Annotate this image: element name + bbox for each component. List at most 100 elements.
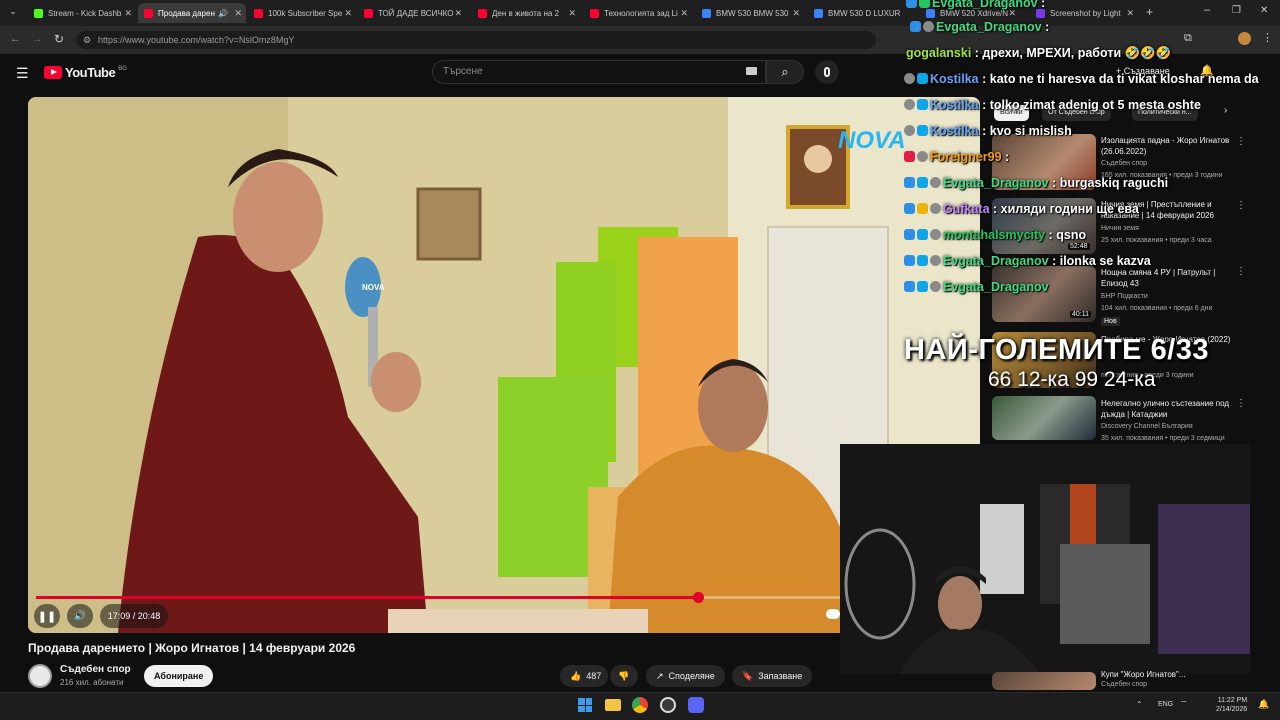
related-meta: 25 хил. показвания • преди 3 часа: [1101, 237, 1212, 244]
user-badge-icon: [930, 281, 941, 292]
clock[interactable]: 11:22 PM 2/14/2026: [1216, 696, 1247, 714]
progress-scrubber[interactable]: [693, 592, 704, 603]
tab-6[interactable]: BMW 530 BMW 530 ✕: [696, 3, 804, 23]
user-badge-icon: [923, 21, 934, 32]
progress-played[interactable]: [36, 596, 698, 599]
dislike-button[interactable]: 👎: [610, 665, 638, 687]
youtube-logo[interactable]: YouTube BG: [44, 65, 127, 80]
discord-icon[interactable]: [688, 697, 704, 713]
user-badge-icon: [904, 73, 915, 84]
related-meta: 35 хил. показвания • преди 3 седмици: [1101, 435, 1225, 442]
related-title[interactable]: Нощна смяна 4 РУ | Патрульт | Епизод 43: [1101, 267, 1231, 289]
tab-search-icon[interactable]: ⌄: [6, 6, 20, 20]
video-player[interactable]: NOVA NOVA: [28, 97, 980, 633]
tab-3[interactable]: ТОЙ ДАДЕ ВСИЧКО ✕: [358, 3, 466, 23]
maximize-button[interactable]: ❐: [1232, 5, 1241, 16]
close-icon[interactable]: ✕: [124, 8, 132, 19]
more-options-icon[interactable]: ⋮: [1236, 266, 1246, 277]
chat-text: : ilonka se kazva: [1052, 254, 1151, 268]
window-close-button[interactable]: ✕: [1260, 5, 1268, 16]
chips-next-icon[interactable]: ›: [1224, 105, 1227, 116]
tab-0[interactable]: Stream - Kick Dashb ✕: [28, 3, 136, 23]
windows-start-icon[interactable]: [578, 698, 592, 712]
file-explorer-icon[interactable]: [605, 699, 621, 711]
extensions-icon[interactable]: ⧉: [1184, 32, 1192, 45]
close-icon[interactable]: ✕: [680, 8, 688, 19]
close-icon[interactable]: ✕: [1126, 8, 1134, 19]
close-icon[interactable]: ✕: [234, 8, 242, 19]
wifi-icon[interactable]: ⌔: [1180, 699, 1188, 709]
profile-avatar[interactable]: [1238, 32, 1251, 45]
chrome-icon[interactable]: [632, 697, 648, 713]
forward-icon[interactable]: →: [32, 33, 43, 45]
site-icon: [814, 8, 823, 18]
sub-badge-icon: [917, 99, 928, 110]
progress-remaining[interactable]: [698, 596, 840, 599]
site-info-icon[interactable]: ⚙: [83, 31, 91, 49]
minimize-button[interactable]: –: [1204, 4, 1210, 16]
pause-button[interactable]: ❚❚: [34, 604, 60, 628]
tab-4[interactable]: Ден в живота на 2 ✕: [472, 3, 580, 23]
video-title: Продава дарението | Жоро Игнатов | 14 фе…: [28, 641, 356, 655]
autoplay-toggle[interactable]: [826, 609, 840, 619]
more-options-icon[interactable]: ⋮: [1236, 398, 1246, 409]
search-button[interactable]: ⌕: [766, 60, 804, 84]
tab-2[interactable]: 100k Subscriber Spe ✕: [248, 3, 356, 23]
sub-badge-icon: [904, 255, 915, 266]
chat-text: : qsno: [1048, 228, 1087, 242]
volume-icon: 🔊: [73, 610, 87, 622]
related-title[interactable]: Купи "Жоро Игнатов"...: [1101, 669, 1231, 680]
user-badge-icon: [930, 177, 941, 188]
address-bar[interactable]: ⚙ https://www.youtube.com/watch?v=NslOmz…: [76, 31, 876, 49]
close-icon[interactable]: ✕: [344, 8, 352, 19]
related-meta: 104 хил. показвания • преди 6 дни: [1101, 305, 1213, 312]
tab-1[interactable]: Продава дарен 🔊 ✕: [138, 3, 246, 23]
share-button[interactable]: ↗ Споделяне: [646, 665, 725, 687]
more-options-icon[interactable]: ⋮: [1236, 200, 1246, 211]
tab-5[interactable]: Технологията зад Li ✕: [584, 3, 692, 23]
search-icon: ⌕: [781, 64, 789, 79]
related-title[interactable]: Изолацията падна - Жоро Игнатов (26.06.2…: [1101, 135, 1231, 157]
sub-badge-icon: [917, 125, 928, 136]
language-indicator[interactable]: ENG: [1158, 701, 1173, 708]
tray-chevron-icon[interactable]: ⌃: [1136, 700, 1143, 709]
speaker-icon[interactable]: 🔊: [218, 9, 228, 18]
related-title[interactable]: Нелегално улично състезание под дъжда | …: [1101, 398, 1231, 420]
tab-7[interactable]: BMW 530 D LUXUR: [808, 3, 904, 23]
related-channel: БНР Подкасти: [1101, 293, 1148, 300]
share-icon: ↗: [656, 670, 664, 681]
menu-icon[interactable]: ⋮: [1262, 31, 1273, 44]
back-icon[interactable]: ←: [10, 33, 21, 45]
search-input[interactable]: Търсене: [432, 60, 766, 84]
new-badge: Нов: [1101, 317, 1120, 326]
chat-message: Foreigner99 :: [904, 150, 1009, 164]
thumbs-down-icon: 👎: [618, 670, 630, 681]
chat-message: montahalsmycity : qsno: [904, 228, 1086, 242]
close-icon[interactable]: ✕: [568, 8, 576, 19]
keyboard-icon[interactable]: [746, 67, 757, 75]
close-icon[interactable]: ✕: [792, 8, 800, 19]
more-options-icon[interactable]: ⋮: [1236, 136, 1246, 147]
new-tab-button[interactable]: +: [1146, 5, 1153, 19]
site-icon: [702, 8, 711, 18]
reload-icon[interactable]: ↻: [54, 32, 64, 46]
related-thumbnail[interactable]: [992, 396, 1096, 440]
chat-username: Evgata_Draganov: [943, 280, 1049, 294]
hamburger-menu-icon[interactable]: ☰: [16, 65, 29, 82]
like-button[interactable]: 👍 487: [560, 665, 608, 687]
notification-center-icon[interactable]: 🔔: [1258, 699, 1269, 710]
close-icon[interactable]: ✕: [454, 8, 462, 19]
chat-username: Kostilka: [930, 72, 979, 86]
channel-name[interactable]: Съдебен спор: [60, 664, 131, 675]
related-channel: Съдебен спор: [1101, 160, 1148, 167]
related-thumbnail[interactable]: [992, 672, 1096, 690]
channel-avatar[interactable]: [28, 664, 52, 688]
sub-badge-icon: [917, 229, 928, 240]
voice-search-button[interactable]: [815, 60, 839, 84]
save-button[interactable]: 🔖 Запазване: [732, 665, 813, 687]
volume-button[interactable]: 🔊: [67, 604, 93, 628]
obs-icon[interactable]: [660, 697, 676, 713]
subscribe-button[interactable]: Абониране: [144, 665, 214, 687]
sub-badge-icon: [906, 0, 917, 8]
chat-text: : tolko zimat adenig ot 5 mesta oshte: [982, 98, 1201, 112]
